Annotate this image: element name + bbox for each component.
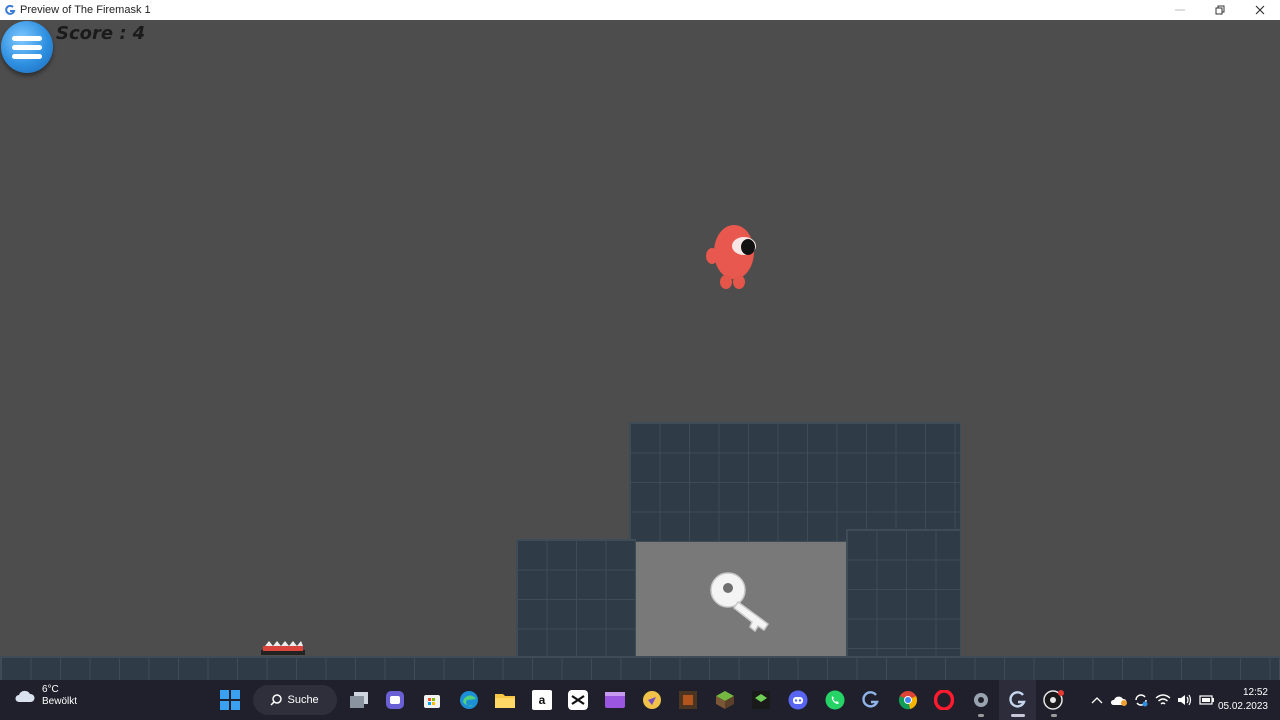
obs-icon bbox=[1043, 690, 1065, 710]
obs-button[interactable] bbox=[1036, 680, 1073, 720]
amazon-button[interactable]: a bbox=[524, 680, 561, 720]
minecraft-launcher-button[interactable] bbox=[743, 680, 780, 720]
system-tray bbox=[1088, 680, 1216, 720]
sync-icon bbox=[1135, 694, 1148, 707]
chat-icon bbox=[386, 691, 405, 709]
gdevelop-preview-icon bbox=[1008, 691, 1026, 708]
browser-icon bbox=[642, 691, 661, 709]
settings-button[interactable] bbox=[963, 680, 1000, 720]
wifi-button[interactable] bbox=[1154, 691, 1172, 709]
hamburger-line bbox=[12, 45, 42, 50]
score-display: Score : 4 bbox=[56, 23, 145, 44]
capcut-button[interactable] bbox=[560, 680, 597, 720]
opera-button[interactable] bbox=[926, 680, 963, 720]
minecraft-icon bbox=[715, 691, 734, 709]
minecraft-button[interactable] bbox=[707, 680, 744, 720]
weather-widget[interactable]: 6°C Bewölkt bbox=[14, 684, 77, 708]
active-indicator bbox=[1010, 714, 1025, 717]
cloud-icon bbox=[15, 690, 35, 702]
video-editor-button[interactable] bbox=[597, 680, 634, 720]
score-label: Score : bbox=[56, 23, 127, 44]
windows-start-icon bbox=[220, 690, 241, 710]
taskbar: 6°C Bewölkt Suche a 12:52 05.02.2023 bbox=[0, 680, 1280, 720]
store-icon bbox=[424, 695, 441, 708]
clock-time: 12:52 bbox=[1242, 687, 1268, 698]
menu-button[interactable] bbox=[1, 21, 53, 73]
close-icon bbox=[1255, 5, 1265, 15]
search-icon bbox=[270, 694, 283, 706]
whatsapp-button[interactable] bbox=[816, 680, 853, 720]
minimize-icon bbox=[1175, 9, 1185, 11]
window-titlebar: Preview of The Firemask 1 bbox=[0, 0, 1280, 20]
sync-tray-button[interactable] bbox=[1132, 691, 1150, 709]
taskbar-apps: Suche a bbox=[212, 680, 1072, 720]
clock-date: 05.02.2023 bbox=[1217, 701, 1268, 712]
taskbar-search[interactable]: Suche bbox=[252, 685, 337, 715]
browser-button[interactable] bbox=[633, 680, 670, 720]
opera-icon bbox=[934, 690, 955, 710]
minimize-button[interactable] bbox=[1160, 0, 1200, 20]
chrome-icon bbox=[898, 691, 917, 710]
gdevelop-app-icon bbox=[5, 4, 16, 15]
restore-icon bbox=[1215, 5, 1225, 15]
minecraft-launcher-icon bbox=[752, 691, 771, 709]
battery-button[interactable] bbox=[1198, 691, 1216, 709]
search-label: Suche bbox=[287, 694, 319, 706]
wifi-icon bbox=[1155, 694, 1171, 705]
upper-tile-block bbox=[629, 422, 961, 542]
gdevelop-button[interactable] bbox=[853, 680, 890, 720]
weather-temperature: 6°C bbox=[42, 684, 59, 695]
hamburger-menu-icon bbox=[12, 36, 42, 41]
key-icon[interactable] bbox=[706, 568, 782, 638]
chat-button[interactable] bbox=[377, 680, 414, 720]
task-view-button[interactable] bbox=[341, 680, 378, 720]
task-view-icon bbox=[349, 692, 368, 708]
capcut-icon bbox=[568, 690, 589, 710]
close-button[interactable] bbox=[1240, 0, 1280, 20]
running-indicator bbox=[1051, 714, 1058, 717]
speaker-icon bbox=[1178, 694, 1192, 706]
window-title: Preview of The Firemask 1 bbox=[20, 4, 151, 16]
left-tile-pillar bbox=[516, 539, 636, 659]
start-button[interactable] bbox=[212, 680, 249, 720]
gdevelop-preview-button[interactable] bbox=[999, 680, 1036, 720]
running-indicator bbox=[977, 714, 984, 717]
svg-text:a: a bbox=[539, 693, 546, 707]
edge-button[interactable] bbox=[450, 680, 487, 720]
minecraft-dungeons-button[interactable] bbox=[670, 680, 707, 720]
minecraft-dungeons-icon bbox=[679, 691, 698, 709]
settings-icon bbox=[973, 693, 988, 707]
restore-button[interactable] bbox=[1200, 0, 1240, 20]
whatsapp-icon bbox=[825, 690, 845, 710]
app-root: Preview of The Firemask 1 Score : 4 6°C … bbox=[0, 0, 1280, 720]
discord-button[interactable] bbox=[780, 680, 817, 720]
player-character[interactable] bbox=[704, 218, 764, 292]
taskbar-clock[interactable]: 12:52 05.02.2023 bbox=[1218, 686, 1268, 714]
cloud-sync-icon bbox=[1110, 696, 1127, 706]
chevron-up-icon bbox=[1091, 697, 1103, 704]
file-explorer-icon bbox=[495, 694, 516, 708]
file-explorer-button[interactable] bbox=[487, 680, 524, 720]
battery-icon bbox=[1199, 695, 1214, 705]
window-controls bbox=[1160, 0, 1280, 20]
discord-icon bbox=[788, 690, 808, 710]
chrome-button[interactable] bbox=[890, 680, 927, 720]
hamburger-line bbox=[12, 54, 42, 59]
store-button[interactable] bbox=[414, 680, 451, 720]
score-value: 4 bbox=[132, 23, 146, 44]
right-tile-pillar bbox=[846, 529, 961, 659]
gdevelop-icon bbox=[862, 691, 879, 708]
show-hidden-icons-button[interactable] bbox=[1088, 691, 1106, 709]
spike-trap bbox=[261, 641, 305, 655]
onedrive-tray-button[interactable] bbox=[1110, 691, 1128, 709]
volume-button[interactable] bbox=[1176, 691, 1194, 709]
game-canvas[interactable]: Score : 4 bbox=[0, 20, 1280, 680]
ground-floor bbox=[0, 656, 1280, 680]
edge-icon bbox=[459, 691, 478, 709]
video-editor-icon bbox=[605, 692, 626, 708]
weather-description: Bewölkt bbox=[42, 696, 78, 707]
amazon-icon: a bbox=[531, 690, 552, 710]
